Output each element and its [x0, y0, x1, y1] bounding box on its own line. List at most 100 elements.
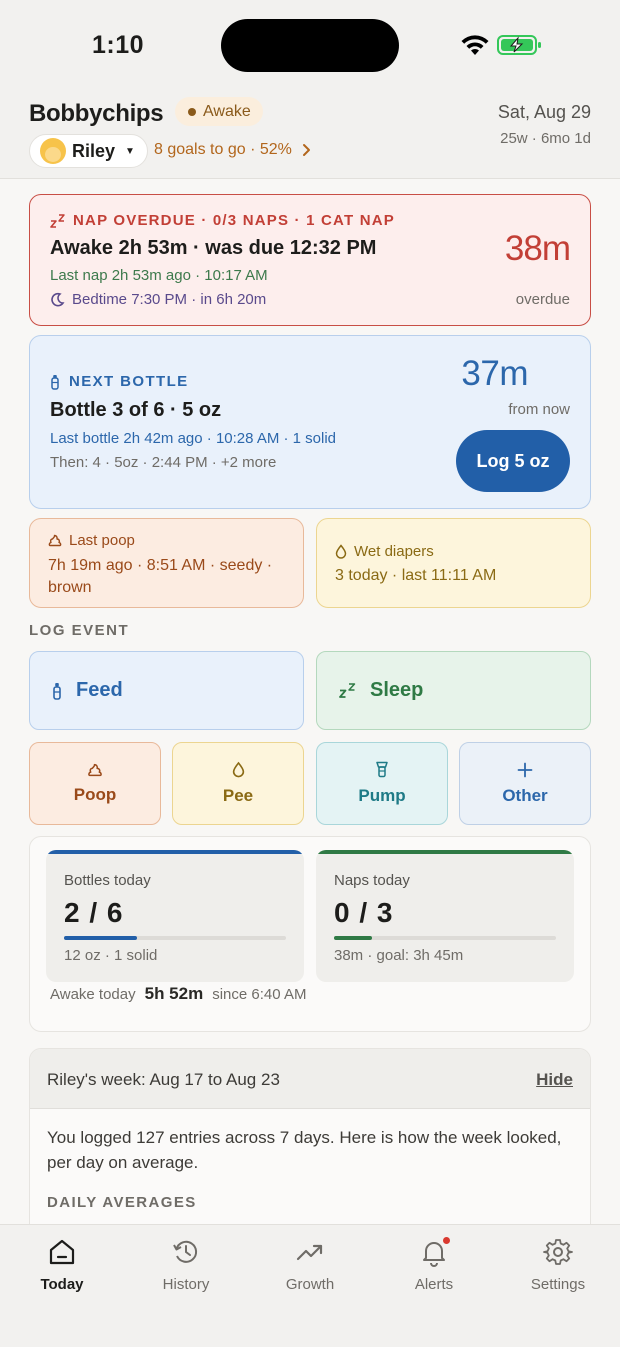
chevron-right-icon — [302, 144, 310, 156]
child-selector[interactable]: Riley ▼ — [29, 134, 148, 168]
wet-card-body: 3 today · last 11:11 AM — [335, 567, 497, 584]
plus-icon — [517, 762, 533, 777]
poop-card-body: 7h 19m ago · 8:51 AM · seedy · brown — [48, 557, 273, 596]
bottle-card-heading: NEXT BOTTLE — [50, 373, 189, 390]
app-header: Bobbychips Awake Riley ▼ 8 goals to go ·… — [0, 92, 620, 180]
child-age: 25w · 6mo 1d — [500, 130, 591, 147]
history-icon — [173, 1240, 198, 1263]
awake-today-value: 5h 52m — [144, 984, 204, 1003]
moon-icon — [51, 292, 65, 307]
droplet-icon — [335, 544, 347, 559]
tab-today-label: Today — [40, 1276, 84, 1293]
hide-recap-button[interactable]: Hide — [536, 1070, 573, 1090]
child-avatar — [40, 138, 66, 164]
weekly-recap-title: Riley's week: Aug 17 to Aug 23 — [47, 1070, 280, 1089]
sleep-label: Sleep — [370, 679, 424, 701]
log-other-button[interactable]: Other — [459, 742, 591, 825]
bottles-progress-track — [64, 936, 286, 940]
naps-today-label: Naps today — [334, 872, 410, 889]
last-nap-text: Last nap 2h 53m ago · 10:17 AM — [50, 267, 268, 284]
nap-card-heading: NAP OVERDUE · 0/3 NAPS · 1 CAT NAP — [50, 212, 395, 229]
wifi-icon — [461, 35, 489, 55]
bottle-card-heading-text: NEXT BOTTLE — [69, 373, 189, 390]
trending-up-icon — [296, 1244, 323, 1261]
poop-icon — [88, 763, 102, 776]
next-bottle-countdown: 37m — [461, 354, 528, 393]
pee-label: Pee — [222, 786, 254, 805]
goals-link[interactable]: 8 goals to go · 52% — [154, 141, 311, 159]
wet-diapers-card[interactable]: Wet diapers 3 today · last 11:11 AM — [316, 518, 591, 608]
tab-history-label: History — [162, 1276, 210, 1293]
awake-today-row: Awake today 5h 52m since 6:40 AM — [50, 984, 306, 1004]
home-icon — [49, 1239, 75, 1265]
awake-today-label: Awake today — [50, 986, 136, 1003]
bottom-tab-bar: Today History Growth Alerts Settings — [0, 1224, 620, 1347]
daily-averages-label: DAILY AVERAGES — [47, 1194, 197, 1211]
droplet-icon — [232, 761, 244, 778]
alerts-badge — [443, 1237, 450, 1244]
log-pee-button[interactable]: Pee — [172, 742, 304, 825]
today-summary-card: Bottles today 2 / 6 12 oz · 1 solid Naps… — [29, 836, 591, 1032]
bottles-progress-fill — [64, 936, 138, 940]
naps-today-detail: 38m · goal: 3h 45m — [334, 947, 464, 964]
pump-label: Pump — [358, 786, 406, 805]
tab-settings[interactable]: Settings — [508, 1237, 608, 1303]
naps-accent-bar — [316, 850, 574, 854]
weekly-recap-text: You logged 127 entries across 7 days. He… — [47, 1128, 562, 1172]
log-pump-button[interactable]: Pump — [316, 742, 448, 825]
nap-card-heading-text: NAP OVERDUE · 0/3 NAPS · 1 CAT NAP — [73, 212, 395, 229]
last-poop-card[interactable]: Last poop 7h 19m ago · 8:51 AM · seedy ·… — [29, 518, 304, 608]
child-name: Riley — [72, 140, 116, 161]
last-bottle-text: Last bottle 2h 42m ago · 10:28 AM · 1 so… — [50, 430, 337, 447]
tab-growth-label: Growth — [285, 1276, 335, 1293]
tab-today[interactable]: Today — [12, 1237, 112, 1303]
status-bar: 1:10 — [0, 0, 620, 92]
log-sleep-button[interactable]: Sleep — [316, 651, 591, 730]
next-bottle-caption: from now — [508, 401, 570, 418]
poop-card-heading: Last poop — [48, 532, 135, 549]
tab-growth[interactable]: Growth — [260, 1237, 360, 1303]
log-feed-button[interactable]: Feed — [29, 651, 304, 730]
log-bottle-button[interactable]: Log 5 oz — [456, 430, 570, 492]
next-bottle-card[interactable]: NEXT BOTTLE Bottle 3 of 6 · 5 oz Last bo… — [29, 335, 591, 509]
dynamic-island — [221, 19, 399, 72]
weekly-recap-card: Riley's week: Aug 17 to Aug 23 Hide You … — [29, 1048, 591, 1224]
status-badge-label: Awake — [203, 102, 251, 120]
goals-text: 8 goals to go · 52% — [154, 141, 292, 158]
wet-card-heading: Wet diapers — [335, 543, 434, 560]
nap-overdue-card[interactable]: NAP OVERDUE · 0/3 NAPS · 1 CAT NAP Awake… — [29, 194, 591, 326]
bottle-icon — [51, 374, 59, 390]
naps-today-stat[interactable]: Naps today 0 / 3 38m · goal: 3h 45m — [316, 850, 574, 982]
weekly-recap-header: Riley's week: Aug 17 to Aug 23 Hide — [30, 1049, 590, 1109]
header-date: Sat, Aug 29 — [497, 102, 591, 122]
bedtime-text: Bedtime 7:30 PM · in 6h 20m — [72, 291, 267, 308]
tab-history[interactable]: History — [136, 1237, 236, 1303]
tab-alerts[interactable]: Alerts — [384, 1237, 484, 1303]
naps-progress-fill — [334, 936, 372, 940]
status-badge: Awake — [175, 97, 263, 126]
battery-icon — [497, 35, 541, 55]
bottle-schedule-text: Then: 4 · 5oz · 2:44 PM · +2 more — [50, 454, 277, 471]
nap-card-main: Awake 2h 53m · was due 12:32 PM — [50, 237, 377, 259]
wet-card-title: Wet diapers — [354, 543, 434, 560]
sleep-zz-icon — [50, 213, 65, 228]
breast-pump-icon — [376, 761, 388, 778]
log-poop-button[interactable]: Poop — [29, 742, 161, 825]
bottle-icon — [53, 682, 61, 700]
log-event-label: LOG EVENT — [29, 622, 130, 639]
bottles-today-value: 2 / 6 — [64, 897, 124, 928]
bottles-accent-bar — [46, 850, 304, 854]
gear-icon — [543, 1239, 573, 1265]
sleep-zz-icon — [339, 683, 356, 698]
today-content[interactable]: NAP OVERDUE · 0/3 NAPS · 1 CAT NAP Awake… — [0, 179, 620, 1224]
bottles-today-stat[interactable]: Bottles today 2 / 6 12 oz · 1 solid — [46, 850, 304, 982]
awake-since-text: since 6:40 AM — [212, 986, 307, 1003]
poop-icon — [48, 534, 62, 547]
bottle-card-main: Bottle 3 of 6 · 5 oz — [50, 399, 222, 421]
poop-card-title: Last poop — [69, 532, 135, 549]
status-time: 1:10 — [92, 31, 145, 59]
feed-label: Feed — [76, 679, 123, 701]
overdue-caption: overdue — [515, 291, 570, 308]
overdue-value: 38m — [504, 229, 571, 268]
app-title: Bobbychips — [29, 100, 164, 127]
